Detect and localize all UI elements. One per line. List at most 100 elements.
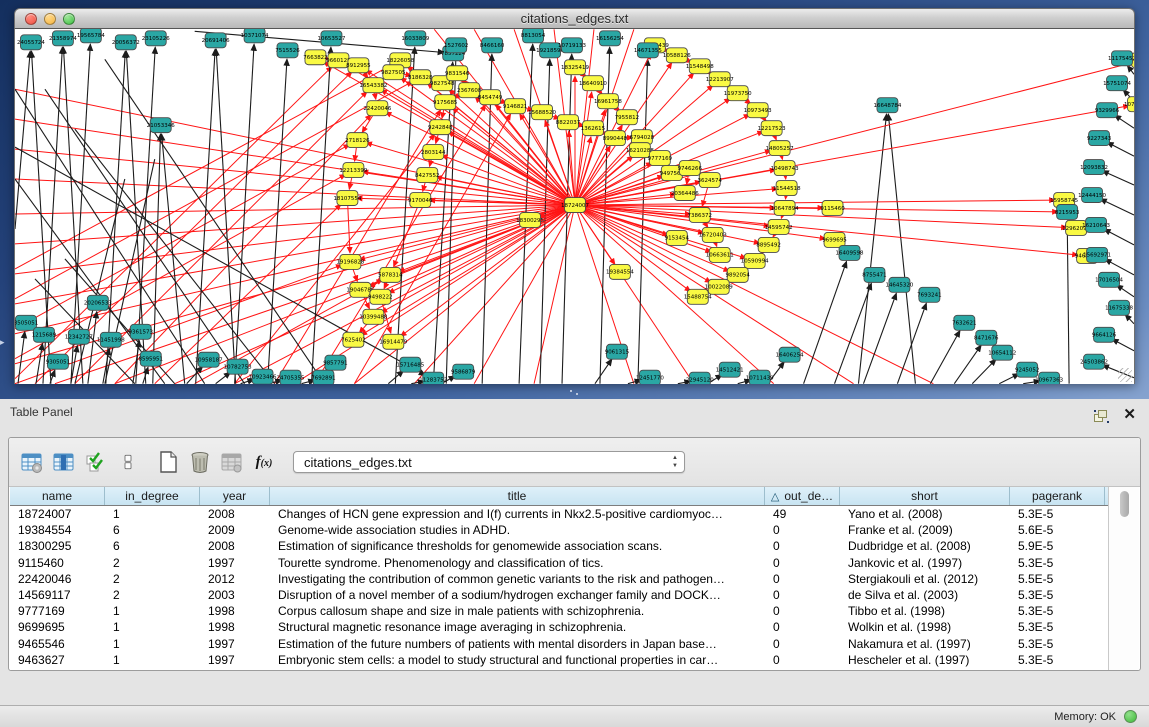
graph-node[interactable]: 20206533 [84,295,112,310]
graph-node[interactable]: 10371074 [241,29,269,43]
graph-node[interactable]: 15688520 [528,105,556,120]
new-table-icon[interactable] [153,447,183,477]
table-row[interactable]: 1872400712008Changes of HCN gene express… [10,506,1110,522]
graph-node[interactable]: 7386372 [688,207,712,222]
graph-node[interactable]: 19565784 [77,29,105,43]
graph-node[interactable]: 14671355 [634,43,662,58]
table-row[interactable]: 911546021997Tourette syndrome. Phenomeno… [10,555,1110,571]
graph-node[interactable]: 16720403 [699,227,727,242]
graph-node[interactable]: 9586879 [451,364,476,379]
graph-node[interactable]: 20056372 [112,35,140,50]
graph-node[interactable]: 5878314 [378,267,403,282]
graph-node[interactable]: 24705355 [277,370,305,384]
zoom-window-button[interactable] [63,13,75,25]
graph-node[interactable]: 7955812 [615,110,639,125]
hub-node[interactable]: 18724007 [561,198,589,213]
graph-node[interactable]: 24055724 [17,35,45,50]
network-canvas[interactable]: 1872400776638229660128891295516543382224… [14,29,1135,384]
graph-node[interactable]: 8595951 [139,351,163,366]
graph-node[interactable]: 16914479 [379,334,407,349]
show-columns-icon[interactable] [49,447,79,477]
graph-node[interactable]: 2718126 [345,133,370,148]
graph-node[interactable]: 9175685 [433,95,458,110]
graph-node[interactable]: 10022089 [705,279,733,294]
graph-node[interactable]: 9857791 [323,355,347,370]
clear-selection-icon[interactable] [113,447,143,477]
graph-node[interactable]: 16156254 [596,31,624,46]
graph-node[interactable]: 21358974 [49,31,77,46]
column-header-year[interactable]: year [200,487,270,505]
graph-node[interactable]: 12217523 [758,121,786,136]
graph-node[interactable]: 8912955 [346,58,371,73]
graph-node[interactable]: 7692891 [311,370,335,384]
column-header-in_degree[interactable]: in_degree [105,487,200,505]
table-row[interactable]: 2242004622012Investigating the contribut… [10,571,1110,587]
graph-node[interactable]: 14512421 [716,362,744,377]
column-header-pagerank[interactable]: pagerank [1010,487,1105,505]
graph-node[interactable]: 8466160 [480,38,505,53]
graph-node[interactable]: 22420046 [363,101,391,116]
graph-node[interactable]: 8454749 [478,90,503,105]
graph-node[interactable]: 1215689 [32,327,57,342]
graph-node[interactable]: 18300295 [516,212,544,227]
graph-node[interactable]: 16648784 [873,98,901,113]
graph-node[interactable]: 3624574 [698,173,723,188]
table-scrollbar-thumb[interactable] [1120,491,1129,517]
table-scrollbar[interactable] [1108,487,1139,670]
graph-node[interactable]: 12213907 [706,72,734,87]
graph-node[interactable]: 16406254 [776,347,804,362]
function-builder-icon[interactable]: f(x) [249,447,279,477]
graph-node[interactable]: 18107554 [333,191,361,206]
graph-node[interactable]: 9115460 [820,201,845,216]
graph-node[interactable]: 11548498 [686,59,714,74]
table-row[interactable]: 1938455462009Genome-wide association stu… [10,522,1110,538]
graph-node[interactable]: 10755447 [1124,97,1134,112]
canvas-resize-grip[interactable] [1118,368,1132,382]
graph-node[interactable]: 7693241 [917,287,941,302]
graph-node[interactable]: 10719133 [558,38,586,53]
graph-node[interactable]: 24503862 [1080,354,1108,369]
graph-node[interactable]: 10782753 [224,359,252,374]
graph-node[interactable]: 8895492 [756,237,780,252]
table-row[interactable]: 1830029562008Estimation of significance … [10,538,1110,554]
table-row[interactable]: 969969511998Structural magnetic resonanc… [10,619,1110,635]
graph-node[interactable]: 11675338 [1105,300,1133,315]
graph-node[interactable]: 1362615 [581,121,606,136]
graph-node[interactable]: 9892054 [725,267,750,282]
graph-node[interactable]: 9245052 [1015,362,1039,377]
graph-node[interactable]: 15751074 [1103,76,1131,91]
graph-node[interactable]: 19384554 [606,264,634,279]
graph-node[interactable]: 9664126 [1092,327,1117,342]
graph-node[interactable]: 9242848 [428,120,453,135]
graph-node[interactable]: 8990448 [603,131,628,146]
graph-node[interactable]: 16033809 [401,31,429,46]
graph-node[interactable]: 10590994 [741,253,769,268]
column-header-short[interactable]: short [840,487,1010,505]
graph-node[interactable]: 23105226 [142,31,170,46]
graph-node[interactable]: 9831546 [445,66,470,81]
graph-node[interactable]: 10399488 [359,309,387,324]
graph-node[interactable]: 10973493 [744,103,772,118]
float-panel-icon[interactable] [1094,410,1109,423]
graph-node[interactable]: 12093832 [1080,160,1108,175]
graph-node[interactable]: 10498743 [771,161,799,176]
table-row[interactable]: 977716911998Corpus callosum shape and si… [10,603,1110,619]
graph-node[interactable]: 1527602 [444,38,468,53]
select-all-icon[interactable] [81,447,111,477]
graph-node[interactable]: 11175452 [1108,51,1134,66]
graph-node[interactable]: 10653527 [317,31,345,46]
graph-node[interactable]: 12342727 [65,329,93,344]
graph-node[interactable]: 22945120 [686,372,714,384]
panel-divider-grip[interactable] [568,389,581,396]
graph-node[interactable]: 14595742 [765,219,793,234]
graph-node[interactable]: 10958187 [195,352,223,367]
graph-node[interactable]: 12213399 [339,163,367,178]
graph-node[interactable]: 9777169 [648,151,673,166]
graph-node[interactable]: 16210643 [1082,217,1110,232]
graph-node[interactable]: 11973750 [724,86,752,101]
minimize-window-button[interactable] [44,13,56,25]
graph-node[interactable]: 16409598 [836,245,864,260]
panel-collapse-arrow[interactable]: ▸ [0,338,5,347]
column-settings-icon[interactable] [17,447,47,477]
graph-node[interactable]: 21053346 [147,118,175,133]
